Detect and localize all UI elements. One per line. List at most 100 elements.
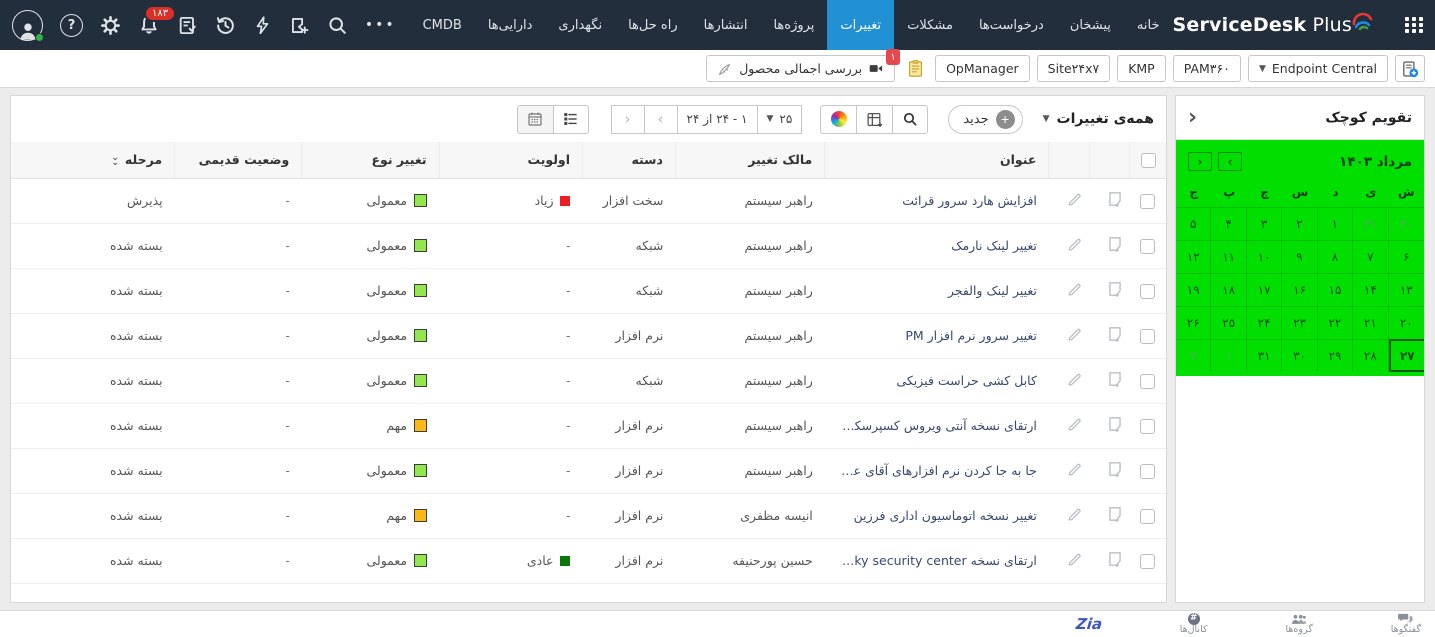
- app-grid-icon[interactable]: [1404, 17, 1423, 33]
- edit-pencil-icon[interactable]: [1066, 326, 1083, 343]
- calendar-view-button[interactable]: [517, 105, 553, 134]
- edit-pencil-icon[interactable]: [1066, 461, 1083, 478]
- add-task-icon[interactable]: [1106, 460, 1124, 478]
- color-palette-icon[interactable]: [820, 105, 856, 134]
- search-icon[interactable]: [327, 15, 348, 36]
- row-checkbox[interactable]: [1140, 554, 1155, 569]
- search-in-list-icon[interactable]: [892, 105, 928, 134]
- change-title-link[interactable]: ارتقای نسخه ersky security center...: [825, 553, 1037, 568]
- table-row[interactable]: تغییر لینک والفجرراهبر سیستمشبکه-معمولی-…: [11, 268, 1166, 313]
- change-title-link[interactable]: تغییر لینک نارمک: [951, 238, 1037, 253]
- table-row[interactable]: افزایش هارد سرور قرائتراهبر سیستمسخت افز…: [11, 178, 1166, 223]
- row-checkbox[interactable]: [1140, 464, 1155, 479]
- collapse-panel-icon[interactable]: ‹: [1188, 107, 1197, 129]
- nav-tab-دارایی‌ها[interactable]: دارایی‌ها: [475, 0, 546, 50]
- app-button-KMP[interactable]: KMP: [1117, 55, 1166, 82]
- nav-more-button[interactable]: •••: [351, 17, 410, 33]
- add-task-icon[interactable]: [1106, 190, 1124, 208]
- row-checkbox[interactable]: [1140, 509, 1155, 524]
- select-all-checkbox[interactable]: [1141, 153, 1156, 168]
- marketplace-addon-icon[interactable]: [289, 15, 310, 36]
- calendar-day[interactable]: ۲۰: [1389, 306, 1424, 339]
- add-task-icon[interactable]: [1106, 370, 1124, 388]
- app-button-Endpoint Central[interactable]: ▼Endpoint Central: [1248, 55, 1388, 82]
- nav-tab-راه حل‌ها[interactable]: راه حل‌ها: [615, 0, 691, 50]
- edit-pencil-icon[interactable]: [1066, 506, 1083, 523]
- calendar-day[interactable]: ۲۱: [1353, 306, 1388, 339]
- change-title-link[interactable]: ارتقای نسخه آنتی ویروس کسپرسکی بـ...: [825, 418, 1037, 433]
- add-task-icon[interactable]: [1106, 280, 1124, 298]
- calendar-day[interactable]: ۱۹: [1176, 273, 1211, 306]
- edit-pencil-icon[interactable]: [1066, 416, 1083, 433]
- history-icon[interactable]: [215, 15, 236, 36]
- row-checkbox[interactable]: [1140, 239, 1155, 254]
- calendar-day[interactable]: ۲۷: [1389, 339, 1424, 372]
- app-button-Site۲۴x۷[interactable]: Site۲۴x۷: [1037, 55, 1111, 82]
- calendar-day[interactable]: ۲: [1282, 207, 1317, 240]
- calendar-day[interactable]: ۱: [1211, 339, 1246, 372]
- notifications-bell-icon[interactable]: ۱۸۳: [138, 14, 160, 36]
- column-header-owner[interactable]: مالک تغییر: [675, 142, 824, 178]
- calendar-day[interactable]: ۱۴: [1353, 273, 1388, 306]
- column-header-type[interactable]: تغییر نوع: [302, 142, 439, 178]
- help-icon[interactable]: ?: [60, 14, 83, 37]
- calendar-day[interactable]: ۱: [1318, 207, 1353, 240]
- calendar-day[interactable]: ۱۶: [1282, 273, 1317, 306]
- row-checkbox[interactable]: [1140, 374, 1155, 389]
- calendar-day[interactable]: ۵: [1176, 207, 1211, 240]
- edit-pencil-icon[interactable]: [1066, 191, 1083, 208]
- product-tour-button[interactable]: بررسی اجمالی محصول ۱: [706, 55, 895, 82]
- calendar-day[interactable]: ۳: [1247, 207, 1282, 240]
- page-size-dropdown[interactable]: ۲۵ ▼: [757, 105, 803, 134]
- calendar-day[interactable]: ۶: [1389, 240, 1424, 273]
- app-button-OpManager[interactable]: OpManager: [935, 55, 1030, 82]
- column-chooser-icon[interactable]: [856, 105, 892, 134]
- add-task-icon[interactable]: [1106, 415, 1124, 433]
- calendar-day[interactable]: ۱۲: [1176, 240, 1211, 273]
- calendar-day[interactable]: ۹: [1282, 240, 1317, 273]
- change-title-link[interactable]: افزایش هارد سرور قرائت: [902, 193, 1037, 208]
- nav-tab-خانه[interactable]: خانه: [1124, 0, 1173, 50]
- column-header-category[interactable]: دسته: [582, 142, 675, 178]
- brand-logo[interactable]: ServiceDesk Plus: [1172, 14, 1374, 36]
- calendar-day[interactable]: ۲: [1176, 339, 1211, 372]
- next-page-button[interactable]: ›: [644, 105, 677, 134]
- table-row[interactable]: تغییر نسخه اتوماسیون اداری فرزینانیسه مظ…: [11, 493, 1166, 538]
- table-row[interactable]: تغییر لینک نارمکراهبر سیستمشبکه-معمولی-ب…: [11, 223, 1166, 268]
- nav-tab-مشکلات[interactable]: مشکلات: [894, 0, 966, 50]
- quick-actions-icon[interactable]: [253, 15, 272, 36]
- calendar-day[interactable]: ۲۵: [1211, 306, 1246, 339]
- nav-tab-انتشارها[interactable]: انتشارها: [691, 0, 761, 50]
- row-checkbox[interactable]: [1140, 329, 1155, 344]
- edit-pencil-icon[interactable]: [1066, 281, 1083, 298]
- user-avatar[interactable]: [12, 10, 43, 41]
- list-view-button[interactable]: [553, 105, 589, 134]
- row-checkbox[interactable]: [1140, 419, 1155, 434]
- calendar-day[interactable]: ۲۶: [1176, 306, 1211, 339]
- calendar-day[interactable]: ۱۸: [1211, 273, 1246, 306]
- calendar-day[interactable]: ۲۹: [1318, 339, 1353, 372]
- nav-tab-درخواست‌ها[interactable]: درخواست‌ها: [966, 0, 1057, 50]
- footer-item-گفتگوها[interactable]: گفتگوها: [1391, 612, 1421, 635]
- calendar-day[interactable]: ۲۴: [1247, 306, 1282, 339]
- add-task-icon[interactable]: [1106, 235, 1124, 253]
- calendar-day[interactable]: ۱۷: [1247, 273, 1282, 306]
- row-checkbox[interactable]: [1140, 284, 1155, 299]
- settings-gear-icon[interactable]: [100, 15, 121, 36]
- table-row[interactable]: ارتقای نسخه آنتی ویروس کسپرسکی بـ...راهب…: [11, 403, 1166, 448]
- footer-item-کانال‌ها[interactable]: #کانال‌ها: [1180, 612, 1208, 635]
- table-row[interactable]: تغییر سرور نرم افزار PMراهبر سیستمنرم اف…: [11, 313, 1166, 358]
- column-header-stage[interactable]: مرحله⌄⌄: [11, 142, 175, 178]
- nav-tab-نگهداری[interactable]: نگهداری: [545, 0, 615, 50]
- calendar-day[interactable]: ۳۰: [1389, 207, 1424, 240]
- column-header-title[interactable]: عنوان: [825, 142, 1049, 178]
- app-button-PAM۳۶۰[interactable]: PAM۳۶۰: [1173, 55, 1241, 82]
- change-title-link[interactable]: تغییر سرور نرم افزار PM: [905, 328, 1037, 343]
- calendar-day[interactable]: ۳۰: [1282, 339, 1317, 372]
- add-task-icon[interactable]: [1106, 505, 1124, 523]
- new-document-add-icon[interactable]: [1395, 55, 1425, 82]
- calendar-day[interactable]: ۴: [1211, 207, 1246, 240]
- calendar-prev-button[interactable]: ‹: [1188, 152, 1212, 171]
- edit-pencil-icon[interactable]: [1066, 371, 1083, 388]
- calendar-next-button[interactable]: ›: [1218, 152, 1242, 171]
